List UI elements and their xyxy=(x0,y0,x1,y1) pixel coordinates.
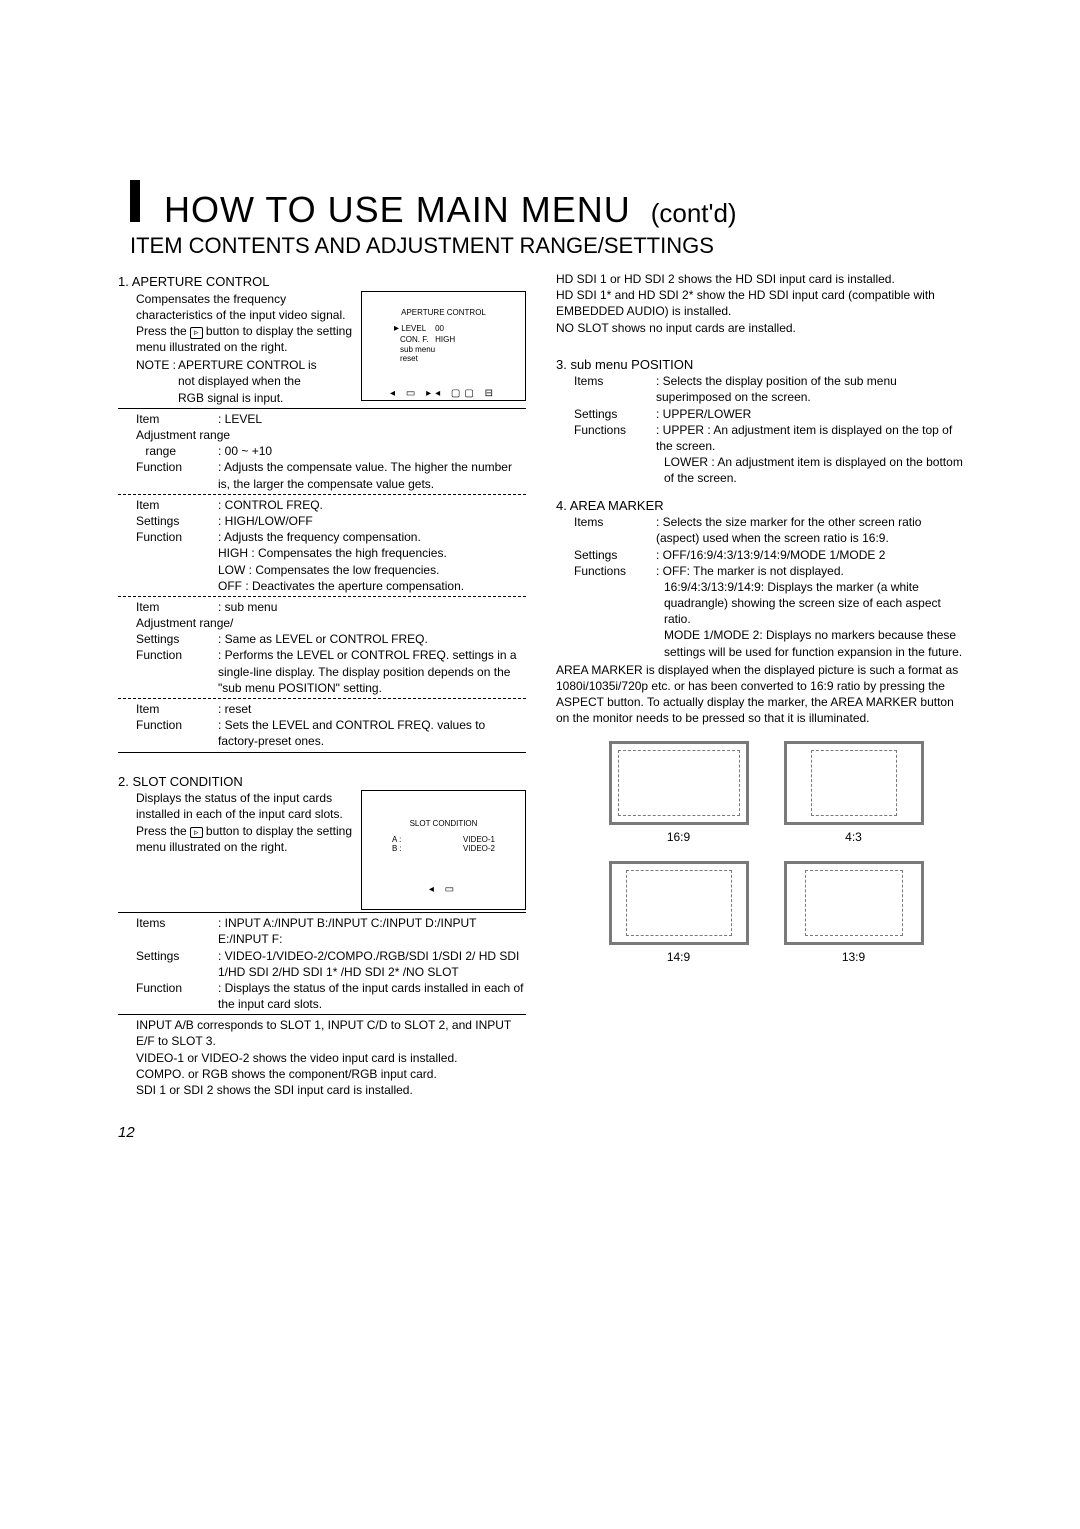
diagram-16-9 xyxy=(609,741,749,825)
osd-symbols-icon: ◂ ▭ ▸◂ ▢▢ ⊟ xyxy=(370,388,517,400)
submenu-pos-heading: 3. sub menu POSITION xyxy=(556,356,964,374)
note-text: APERTURE CONTROL is not displayed when t… xyxy=(178,357,318,406)
area-marker-heading: 4. AREA MARKER xyxy=(556,497,964,515)
right-column: HD SDI 1 or HD SDI 2 shows the HD SDI in… xyxy=(556,271,964,1098)
subtitle: ITEM CONTENTS AND ADJUSTMENT RANGE/SETTI… xyxy=(130,233,1050,259)
slot-osd-box: SLOT CONDITION A :VIDEO-1 B :VIDEO-2 ◂ ▭ xyxy=(361,790,526,910)
main-title: HOW TO USE MAIN MENU xyxy=(164,189,631,231)
title-contd: (cont'd) xyxy=(651,198,737,229)
page-number: 12 xyxy=(118,1124,1050,1141)
diagram-4-3 xyxy=(784,741,924,825)
note-label: NOTE : xyxy=(136,357,178,373)
osd-title: APERTURE CONTROL xyxy=(370,308,517,318)
play-icon xyxy=(394,324,399,333)
aperture-heading: 1. APERTURE CONTROL xyxy=(118,273,526,291)
menu-icon: ▹ xyxy=(190,327,203,339)
osd-symbols-icon: ◂ ▭ xyxy=(370,884,517,896)
diagram-13-9 xyxy=(784,861,924,945)
left-column: 1. APERTURE CONTROL APERTURE CONTROL LEV… xyxy=(118,271,526,1098)
page-title-row: HOW TO USE MAIN MENU (cont'd) xyxy=(130,180,1050,231)
area-marker-diagrams: 16:9 4:3 14:9 13:9 xyxy=(606,741,964,965)
slot-heading: 2. SLOT CONDITION xyxy=(118,773,526,791)
diagram-14-9 xyxy=(609,861,749,945)
aperture-osd-box: APERTURE CONTROL LEVEL 00 CON. F. HIGH s… xyxy=(361,291,526,401)
area-marker-note: AREA MARKER is displayed when the displa… xyxy=(556,662,964,727)
title-bar-icon xyxy=(130,180,140,222)
menu-icon: ▹ xyxy=(190,827,203,839)
